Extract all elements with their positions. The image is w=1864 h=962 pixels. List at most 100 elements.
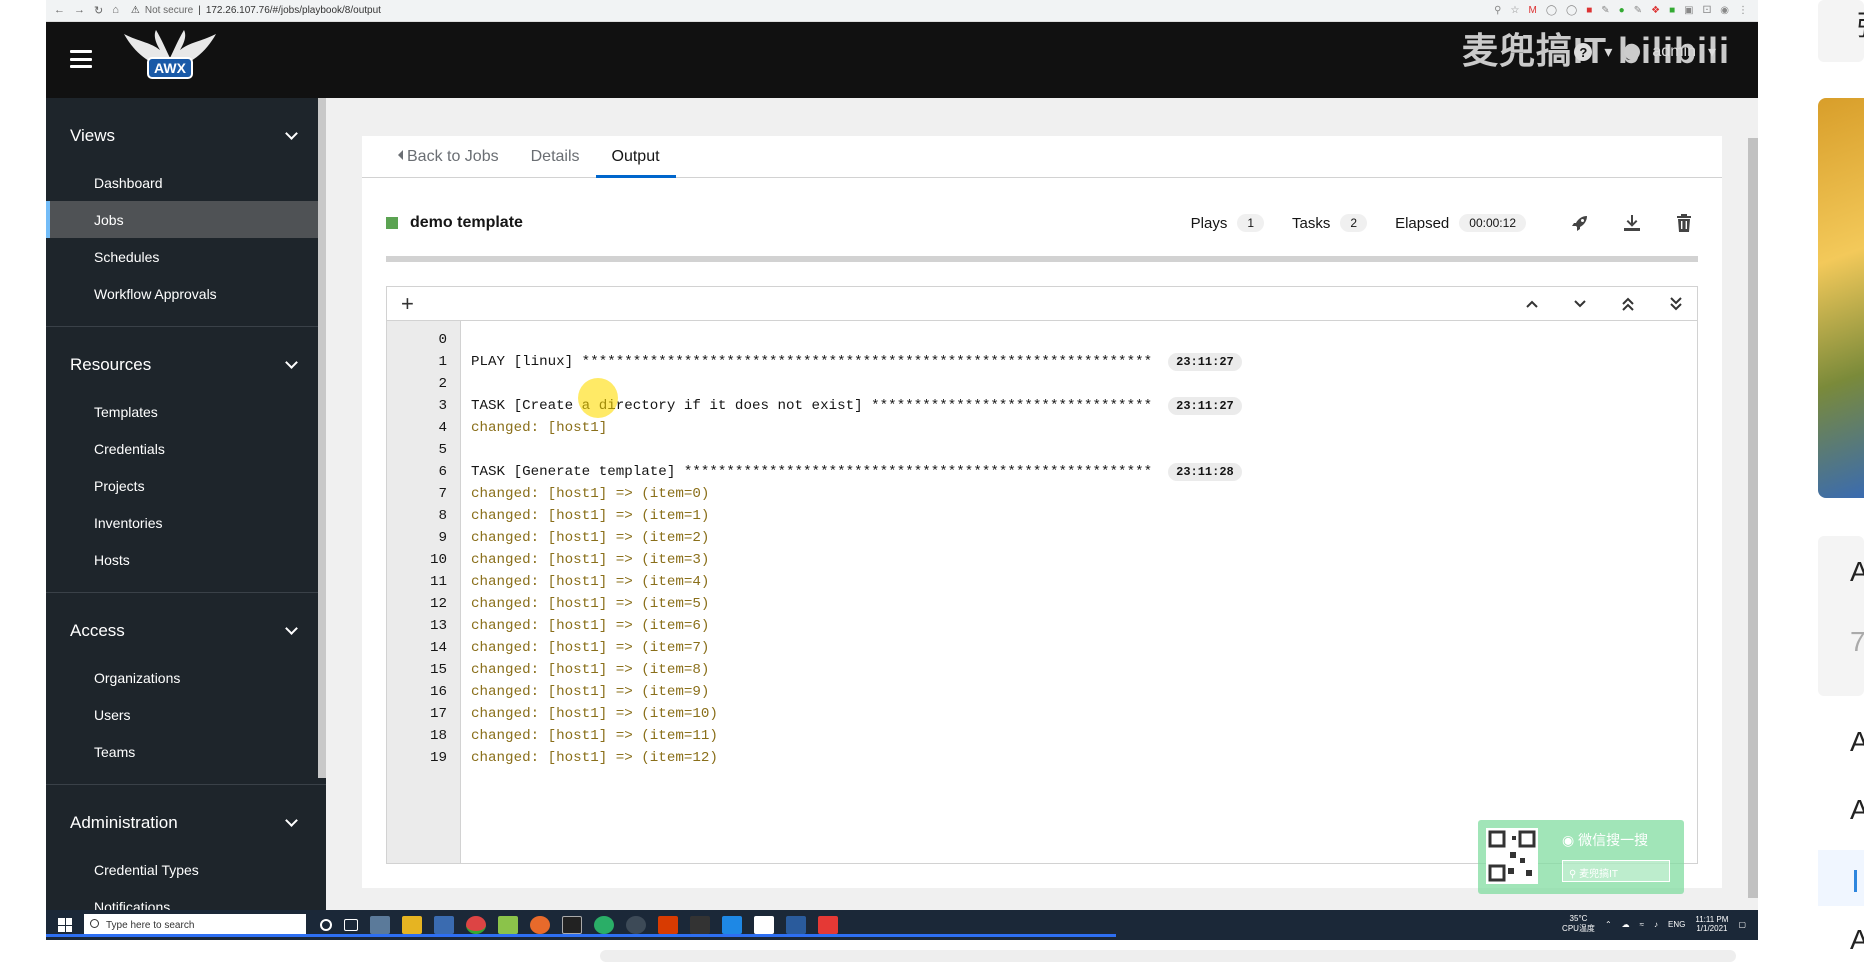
sidebar-item-schedules[interactable]: Schedules: [46, 238, 326, 275]
volume-icon[interactable]: ♪: [1654, 920, 1658, 929]
user-caret-down-icon[interactable]: ▾: [1708, 42, 1716, 62]
scroll-up-chevron-icon[interactable]: [1521, 293, 1543, 315]
cloud-icon[interactable]: ☁: [1622, 920, 1630, 929]
expand-all-plus-icon[interactable]: +: [401, 291, 414, 317]
sidebar-item-templates[interactable]: Templates: [46, 393, 326, 430]
sidebar-item-dashboard[interactable]: Dashboard: [46, 164, 326, 201]
changed-output-text: changed: [host1] => (item=7): [455, 640, 709, 656]
extension-icon[interactable]: ❖: [1651, 5, 1660, 16]
zoom-icon[interactable]: ⚲: [1494, 5, 1501, 16]
input-language[interactable]: ENG: [1668, 920, 1685, 929]
taskbar-search-box[interactable]: Type here to search: [84, 914, 306, 936]
sidebar-item-teams[interactable]: Teams: [46, 733, 326, 770]
app-icon[interactable]: [370, 916, 390, 934]
extension-icon[interactable]: ■: [1669, 5, 1675, 16]
back-arrow-icon[interactable]: ←: [54, 4, 65, 17]
output-line-text: changed: [host1] => (item=9): [471, 684, 710, 700]
extension-icon[interactable]: ✎: [1601, 5, 1609, 16]
delete-trash-icon[interactable]: [1670, 209, 1698, 237]
home-icon[interactable]: ⌂: [112, 4, 119, 17]
right-panel-text: 张: [1856, 4, 1864, 44]
nav-section-access-toggle[interactable]: Access: [46, 593, 326, 659]
app-icon[interactable]: [498, 916, 518, 934]
hamburger-menu-icon[interactable]: [70, 50, 92, 68]
tab-details[interactable]: Details: [515, 136, 596, 178]
extension-icon[interactable]: ●: [1619, 5, 1625, 16]
taskbar-app-icons: [320, 916, 838, 934]
task-view-icon[interactable]: [344, 919, 358, 931]
page-bottom-scrollbar[interactable]: [600, 950, 1736, 962]
user-name[interactable]: admin: [1652, 43, 1696, 61]
office-icon[interactable]: [658, 916, 678, 934]
powershell-icon[interactable]: [786, 916, 806, 934]
line-number: 14: [429, 640, 447, 656]
wechat-icon[interactable]: [594, 916, 614, 934]
awx-logo[interactable]: AWX: [120, 28, 220, 92]
nav-section-label: Administration: [70, 813, 178, 832]
scroll-down-chevron-icon[interactable]: [1569, 293, 1591, 315]
notification-center-icon[interactable]: ▢: [1738, 920, 1746, 929]
tab-output[interactable]: Output: [595, 136, 676, 178]
star-icon[interactable]: ☆: [1511, 5, 1520, 16]
sidebar-item-projects[interactable]: Projects: [46, 467, 326, 504]
help-icon[interactable]: ?: [1574, 43, 1593, 61]
sidebar-item-notifications[interactable]: Notifications: [46, 888, 326, 911]
terminal-icon[interactable]: [690, 916, 710, 934]
extension-icon[interactable]: ✎: [1634, 5, 1642, 16]
forward-arrow-icon[interactable]: →: [74, 4, 85, 17]
sidebar-scrollbar[interactable]: [318, 98, 326, 778]
extension-icon[interactable]: ◯: [1546, 5, 1557, 16]
menu-dots-icon[interactable]: ⋮: [1738, 5, 1748, 16]
job-progress-bar: [386, 256, 1698, 262]
sidebar-item-hosts[interactable]: Hosts: [46, 541, 326, 578]
app-icon[interactable]: [562, 916, 582, 934]
output-line: 9 changed: [host1] => (item=2): [387, 527, 1697, 549]
sidebar-item-credential-types[interactable]: Credential Types: [46, 851, 326, 888]
extension-icon[interactable]: ◯: [1566, 5, 1577, 16]
cpu-temp: 35°C CPU温度: [1562, 914, 1595, 933]
mail-icon[interactable]: M: [1528, 5, 1536, 16]
download-icon[interactable]: [1618, 209, 1646, 237]
cortana-icon[interactable]: [320, 919, 332, 931]
nav-section-administration-toggle[interactable]: Administration: [46, 785, 326, 851]
sidebar-item-workflow-approvals[interactable]: Workflow Approvals: [46, 275, 326, 312]
tab-back-to-jobs[interactable]: Back to Jobs: [382, 136, 515, 178]
windows-start-icon[interactable]: [58, 918, 72, 932]
sidebar-item-organizations[interactable]: Organizations: [46, 659, 326, 696]
caret-down-icon[interactable]: ▾: [1604, 42, 1612, 62]
sidebar-item-users[interactable]: Users: [46, 696, 326, 733]
profile-avatar-icon[interactable]: ◉: [1720, 5, 1729, 16]
output-line-text: changed: [host1] => (item=1): [471, 508, 710, 524]
extension-icon[interactable]: ■: [1586, 5, 1592, 16]
tray-chevron-up-icon[interactable]: ⌃: [1605, 920, 1612, 929]
nav-section-resources-toggle[interactable]: Resources: [46, 327, 326, 393]
reload-icon[interactable]: ↻: [94, 4, 103, 17]
sidebar-item-jobs[interactable]: Jobs: [46, 201, 326, 238]
sidebar-item-inventories[interactable]: Inventories: [46, 504, 326, 541]
app-icon[interactable]: [818, 916, 838, 934]
nav-section-views-toggle[interactable]: Views: [46, 98, 326, 164]
wifi-icon[interactable]: ≈: [1640, 920, 1644, 929]
vscode-icon[interactable]: [722, 916, 742, 934]
app-icon[interactable]: [626, 916, 646, 934]
main-scrollbar[interactable]: [1748, 138, 1758, 898]
output-line-text: changed: [host1] => (item=6): [471, 618, 710, 634]
chrome-icon[interactable]: [466, 916, 486, 934]
puzzle-icon[interactable]: ⚀: [1703, 5, 1712, 16]
scroll-top-double-chevron-icon[interactable]: [1617, 293, 1639, 315]
not-secure-label: Not secure: [144, 5, 194, 16]
output-scroll-controls: [1521, 293, 1687, 315]
relaunch-rocket-icon[interactable]: [1566, 209, 1594, 237]
taskbar-clock[interactable]: 11:11 PM 1/1/2021: [1695, 915, 1728, 933]
output-line: 6 TASK [Generate template] **************…: [387, 461, 1697, 483]
file-explorer-icon[interactable]: [402, 916, 422, 934]
extension-icon[interactable]: ▣: [1684, 5, 1693, 16]
address-bar[interactable]: ⚠ Not secure | 172.26.107.76/#/jobs/play…: [131, 5, 381, 16]
tasks-label: Tasks: [1292, 214, 1331, 232]
output-line-text: changed: [host1] => (item=8): [471, 662, 710, 678]
store-icon[interactable]: [434, 916, 454, 934]
firefox-icon[interactable]: [530, 916, 550, 934]
scroll-bottom-double-chevron-icon[interactable]: [1665, 293, 1687, 315]
sidebar-item-credentials[interactable]: Credentials: [46, 430, 326, 467]
notion-icon[interactable]: [754, 916, 774, 934]
